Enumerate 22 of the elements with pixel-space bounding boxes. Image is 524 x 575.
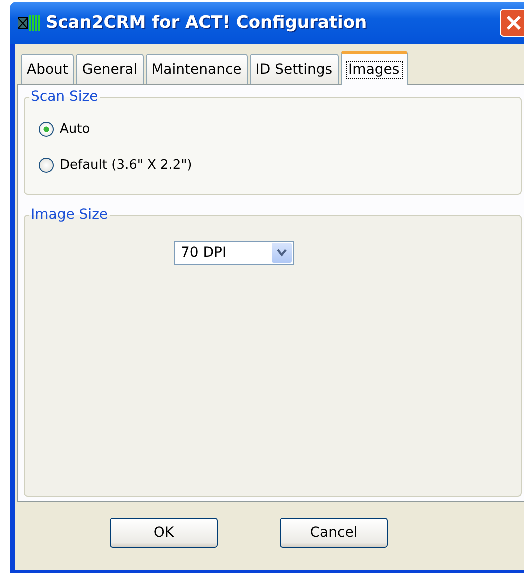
radio-button[interactable]	[39, 122, 54, 136]
scanner-icon	[18, 14, 40, 32]
radio-option[interactable]: Default (3.6" X 2.2")	[39, 147, 521, 183]
window-title: Scan2CRM for ACT! Configuration	[46, 13, 368, 33]
close-button[interactable]	[500, 9, 524, 37]
dialog-button[interactable]: Cancel	[280, 518, 388, 548]
radio-label: Default (3.6" X 2.2")	[60, 158, 192, 172]
dialog-button[interactable]: OK	[110, 518, 218, 548]
radio-button[interactable]	[39, 158, 54, 172]
chevron-down-icon	[277, 249, 287, 257]
close-icon	[506, 15, 522, 31]
tab[interactable]: General	[76, 54, 144, 84]
radio-option[interactable]: Auto	[39, 111, 521, 147]
radio-label: Auto	[60, 122, 90, 136]
dropdown-button[interactable]	[272, 243, 292, 263]
tab[interactable]: Maintenance	[146, 54, 248, 84]
group-title: Scan Size	[30, 89, 100, 105]
tab[interactable]: Images	[340, 51, 408, 85]
group-title: Image Size	[30, 207, 110, 223]
tab[interactable]: ID Settings	[250, 54, 339, 84]
dpi-dropdown[interactable]: 70 DPI	[174, 241, 294, 265]
tab[interactable]: About	[21, 54, 74, 84]
